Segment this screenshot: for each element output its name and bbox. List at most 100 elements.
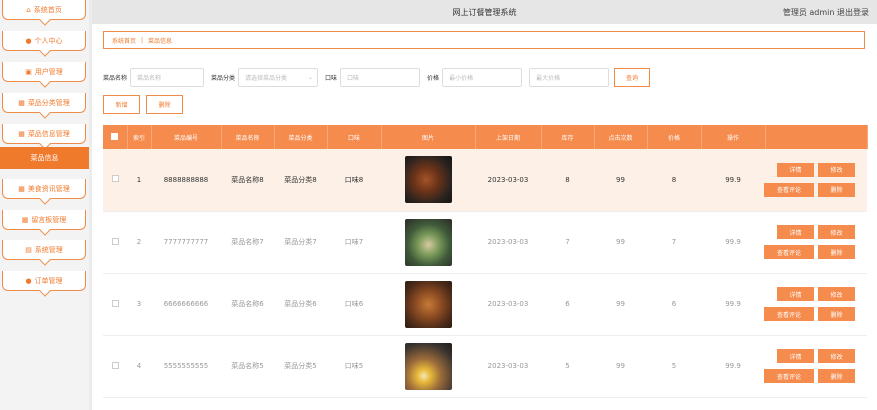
row-index: 4 (127, 335, 151, 398)
row-taste: 口味5 (327, 335, 381, 398)
edit-button[interactable]: 修改 (818, 349, 855, 363)
row-delete-button[interactable]: 删除 (818, 182, 855, 197)
row-index: 3 (127, 273, 151, 336)
view-reviews-button[interactable]: 查看评论 (764, 369, 814, 383)
table-row[interactable]: 4 5555555555 菜品名称5 菜品分类5 口味5 2023-03-03 … (103, 335, 867, 398)
row-stock: 99 (594, 273, 647, 336)
sidebar-item-orders[interactable]: ● 订单管理 (0, 271, 89, 293)
edit-button[interactable]: 修改 (818, 225, 855, 239)
table-row[interactable]: 2 7777777777 菜品名称7 菜品分类7 口味7 2023-03-03 … (103, 211, 867, 274)
column-header: 点击次数 (594, 125, 648, 149)
select-all-checkbox[interactable] (111, 132, 119, 140)
sidebar-item-messages[interactable]: ▦ 留言板管理 (0, 210, 89, 232)
row-col8: 5 (541, 335, 594, 398)
dish-table: 索引 菜品编号 菜品名称 菜品分类 口味 图片 上架日期 库存 点击次数 价格 … (103, 125, 868, 398)
add-button[interactable]: 新增 (103, 95, 140, 114)
user-info-logout[interactable]: 管理员 admin 退出登录 (783, 7, 869, 18)
row-code: 6666666666 (151, 273, 221, 336)
row-date: 2023-03-03 (475, 335, 541, 398)
row-date: 2023-03-03 (475, 273, 541, 336)
select-all-cell[interactable] (103, 125, 128, 149)
row-checkbox[interactable] (111, 299, 119, 307)
column-header: 菜品分类 (274, 125, 328, 149)
min-price-input[interactable]: 最小价格 (442, 67, 523, 87)
main-content: 系统首页 | 菜品信息 菜品名称 菜品名称 菜品分类 请选择菜品分类 ⌄ 口味 … (92, 24, 877, 410)
sidebar-item-label: 系统首页 (33, 5, 62, 14)
table-row[interactable]: 3 6666666666 菜品名称6 菜品分类6 口味6 2023-03-03 … (103, 273, 867, 336)
max-price-input[interactable]: 最大价格 (529, 67, 610, 87)
row-checkbox[interactable] (111, 361, 119, 369)
edit-button[interactable]: 修改 (818, 162, 855, 177)
dish-image (404, 218, 452, 266)
grid-icon: ▦ (18, 98, 25, 107)
row-delete-button[interactable]: 删除 (818, 307, 855, 321)
row-code: 5555555555 (151, 335, 221, 398)
taste-input[interactable]: 口味 (340, 67, 421, 87)
delete-button[interactable]: 删除 (146, 95, 183, 114)
query-button[interactable]: 查询 (614, 67, 651, 87)
view-reviews-button[interactable]: 查看评论 (764, 182, 814, 197)
row-name: 菜品名称6 (221, 273, 274, 336)
view-reviews-button[interactable]: 查看评论 (764, 307, 814, 321)
breadcrumb-home[interactable]: 系统首页 (112, 36, 136, 45)
top-bar: 网上订餐管理系统 管理员 admin 退出登录 (92, 0, 877, 24)
edit-button[interactable]: 修改 (818, 287, 855, 301)
view-reviews-button[interactable]: 查看评论 (764, 245, 814, 259)
row-category: 菜品分类8 (274, 149, 327, 212)
sidebar-item-dish-manage[interactable]: ▦ 菜品信息管理 (0, 124, 89, 146)
sidebar-item-users[interactable]: ▣ 用户管理 (0, 62, 89, 84)
table-row[interactable]: 1 8888888888 菜品名称8 菜品分类8 口味8 2023-03-03 … (103, 149, 867, 212)
sidebar-item-dish-info[interactable]: 菜品信息 (0, 147, 89, 169)
column-header: 口味 (327, 125, 382, 149)
category-select[interactable]: 请选择菜品分类 ⌄ (238, 67, 319, 87)
sidebar-item-label: 个人中心 (34, 36, 63, 45)
users-icon: ▣ (25, 67, 32, 76)
row-index: 1 (127, 149, 151, 212)
sidebar-item-home[interactable]: ⌂ 系统首页 (0, 0, 89, 22)
breadcrumb-separator: | (141, 36, 144, 44)
home-icon: ⌂ (26, 5, 31, 14)
column-header: 图片 (381, 125, 476, 149)
row-taste: 口味6 (327, 273, 381, 336)
person-icon: ● (25, 36, 32, 45)
sidebar-item-news[interactable]: ▦ 美食资讯管理 (0, 179, 89, 201)
row-checkbox[interactable] (111, 175, 119, 183)
column-header (765, 125, 868, 149)
dish-image (404, 156, 452, 204)
row-price: 99.9 (701, 149, 765, 212)
dish-name-input[interactable]: 菜品名称 (130, 67, 205, 87)
row-category: 菜品分类5 (274, 335, 327, 398)
row-actions: 详情 修改 查看评论 删除 (764, 349, 867, 383)
row-category: 菜品分类7 (274, 211, 327, 274)
row-delete-button[interactable]: 删除 (818, 369, 855, 383)
row-stock: 99 (594, 335, 647, 398)
detail-button[interactable]: 详情 (777, 349, 814, 363)
row-checkbox[interactable] (111, 237, 119, 245)
detail-button[interactable]: 详情 (777, 225, 814, 239)
sidebar-item-label: 菜品信息 (30, 154, 59, 162)
row-actions: 详情 修改 查看评论 删除 (764, 287, 867, 321)
row-delete-button[interactable]: 删除 (818, 245, 855, 259)
row-stock: 99 (594, 149, 647, 212)
sidebar-item-label: 菜品分类管理 (27, 98, 70, 107)
column-header: 索引 (127, 125, 152, 149)
row-clicks: 7 (647, 211, 701, 274)
row-col8: 6 (541, 273, 594, 336)
sidebar-item-category-manage[interactable]: ▦ 菜品分类管理 (0, 93, 89, 115)
sidebar-item-system[interactable]: ▤ 系统管理 (0, 240, 89, 262)
detail-button[interactable]: 详情 (777, 162, 814, 177)
row-clicks: 5 (647, 335, 701, 398)
dish-image (404, 342, 452, 390)
grid-icon: ▦ (21, 215, 29, 224)
sidebar-item-label: 用户管理 (34, 67, 63, 76)
table-header-row: 索引 菜品编号 菜品名称 菜品分类 口味 图片 上架日期 库存 点击次数 价格 … (103, 125, 868, 149)
row-index: 2 (127, 211, 151, 274)
dish-image (404, 280, 452, 328)
row-code: 8888888888 (151, 149, 221, 212)
row-name: 菜品名称8 (221, 149, 274, 212)
row-date: 2023-03-03 (475, 211, 541, 274)
sidebar-item-profile[interactable]: ● 个人中心 (0, 31, 89, 53)
toolbar: 新增 删除 (103, 95, 183, 114)
detail-button[interactable]: 详情 (777, 287, 814, 301)
row-clicks: 6 (647, 273, 701, 336)
